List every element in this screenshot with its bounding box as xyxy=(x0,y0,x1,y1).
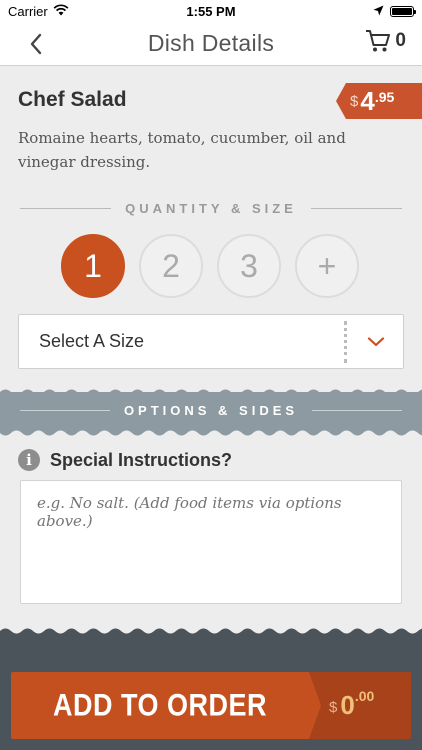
special-instructions-header: i Special Instructions? xyxy=(18,449,232,471)
special-instructions-input[interactable] xyxy=(20,480,402,604)
order-total: $ 0 .00 xyxy=(309,672,411,739)
price-currency: $ xyxy=(350,92,359,110)
options-sides-heading: OPTIONS & SIDES xyxy=(20,403,403,418)
wifi-icon xyxy=(53,3,69,19)
price-dollars: 4 xyxy=(360,86,375,116)
location-arrow-icon xyxy=(373,4,384,19)
band-bottom-edge xyxy=(0,428,422,436)
heading-divider-left xyxy=(20,410,110,411)
cart-button[interactable]: 0 xyxy=(365,29,406,53)
status-bar: Carrier 1:55 PM xyxy=(0,0,422,22)
cart-count: 0 xyxy=(395,30,406,51)
heading-divider-right xyxy=(312,410,403,411)
quantity-selector: 1 2 3 + xyxy=(61,234,359,298)
quantity-option-2[interactable]: 2 xyxy=(139,234,203,298)
back-button[interactable] xyxy=(22,30,50,58)
chevron-down-icon xyxy=(365,331,387,353)
status-left: Carrier xyxy=(8,4,69,19)
size-select-divider xyxy=(344,320,347,363)
page-title: Dish Details xyxy=(147,30,275,56)
battery-icon xyxy=(390,5,416,17)
size-select-label: Select A Size xyxy=(39,331,145,351)
cart-icon xyxy=(366,30,391,52)
add-to-order-button[interactable]: ADD TO ORDER $ 0 .00 xyxy=(11,672,411,739)
heading-divider-right xyxy=(310,208,402,209)
info-icon[interactable]: i xyxy=(18,449,40,471)
total-cents: .00 xyxy=(354,688,375,704)
size-select[interactable]: Select A Size xyxy=(18,314,404,369)
options-sides-band[interactable]: OPTIONS & SIDES xyxy=(0,392,422,430)
quantity-option-1[interactable]: 1 xyxy=(61,234,125,298)
quantity-option-3[interactable]: 3 xyxy=(217,234,281,298)
special-instructions-label: Special Instructions? xyxy=(50,449,233,470)
carrier-label: Carrier xyxy=(8,3,48,19)
price-tag: $ 4 .95 xyxy=(336,83,422,119)
quantity-size-label: QUANTITY & SIZE xyxy=(125,201,297,216)
add-to-order-label: ADD TO ORDER xyxy=(52,687,267,723)
total-currency: $ xyxy=(329,699,338,716)
chevron-left-icon xyxy=(30,33,42,55)
quantity-more-button[interactable]: + xyxy=(295,234,359,298)
total-dollars: 0 xyxy=(340,690,355,720)
nav-bar: Dish Details 0 xyxy=(0,22,422,66)
status-right xyxy=(373,4,416,19)
options-sides-label: OPTIONS & SIDES xyxy=(123,403,299,418)
dish-name: Chef Salad xyxy=(18,88,127,111)
heading-divider-left xyxy=(20,208,112,209)
quantity-size-heading: QUANTITY & SIZE xyxy=(20,201,402,216)
dish-description: Romaine hearts, tomato, cucumber, oil an… xyxy=(18,129,346,171)
price-cents: .95 xyxy=(374,89,395,105)
